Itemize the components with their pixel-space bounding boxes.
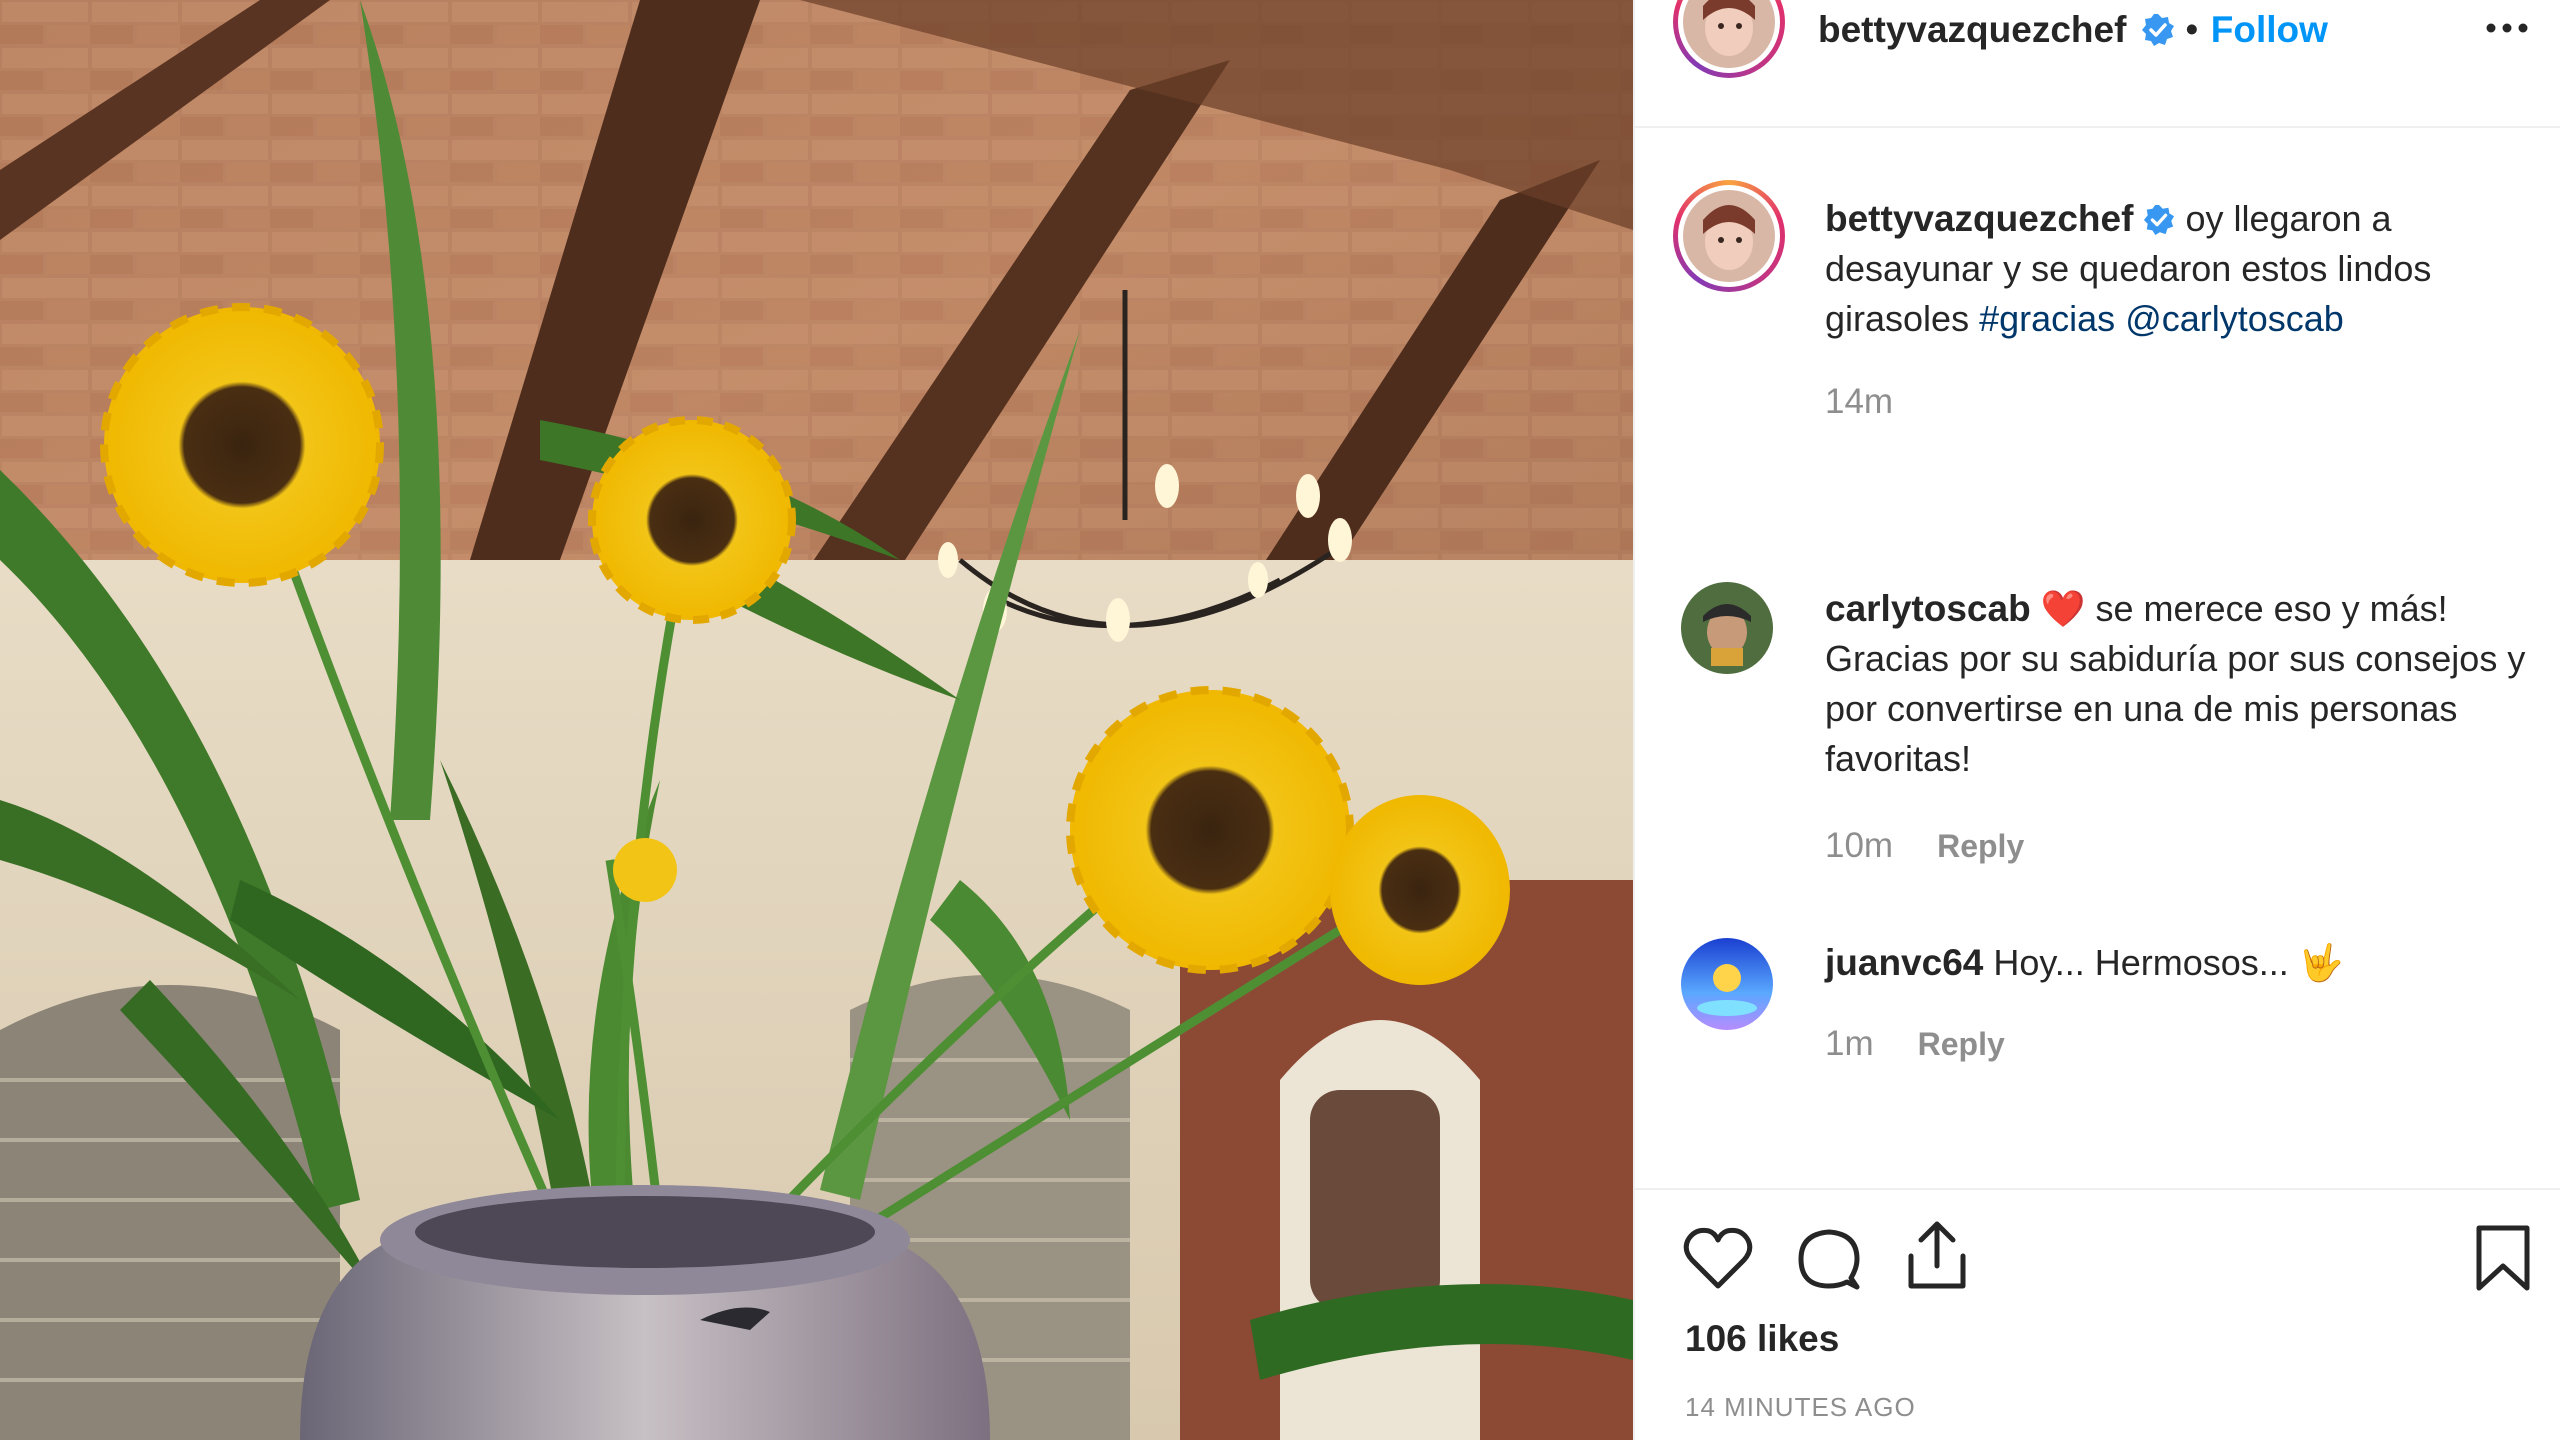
comment-icon[interactable] bbox=[1795, 1226, 1863, 1292]
share-icon[interactable] bbox=[1905, 1220, 1969, 1292]
caption-username[interactable]: bettyvazquezchef bbox=[1825, 198, 2133, 239]
likes-count[interactable]: 106 likes bbox=[1685, 1318, 1839, 1360]
author-avatar[interactable] bbox=[1673, 0, 1785, 78]
caption-author-avatar[interactable] bbox=[1673, 180, 1785, 292]
commenter-avatar[interactable] bbox=[1681, 938, 1773, 1030]
caption-time[interactable]: 14m bbox=[1825, 382, 1893, 421]
comment-text: juanvc64 Hoy... Hermosos... 🤟 bbox=[1825, 938, 2535, 988]
post-side-panel: bettyvazquezchef • Follow bettyvazquezch… bbox=[1633, 0, 2560, 1440]
commenter-avatar[interactable] bbox=[1681, 582, 1773, 674]
comment-username[interactable]: juanvc64 bbox=[1825, 942, 1983, 983]
verified-icon bbox=[2141, 14, 2174, 46]
hand-emoji: 🤟 bbox=[2298, 942, 2344, 983]
post-actions: 106 likes 14 MINUTES AGO bbox=[1635, 1188, 2560, 1440]
heart-icon[interactable] bbox=[1683, 1226, 1753, 1290]
post-timestamp[interactable]: 14 MINUTES AGO bbox=[1685, 1392, 1916, 1423]
bookmark-icon[interactable] bbox=[2475, 1224, 2531, 1292]
reply-button[interactable]: Reply bbox=[1937, 828, 2024, 864]
comments-list: bettyvazquezchef oy llegaron a desayunar… bbox=[1635, 128, 2560, 1188]
comment-body: Hoy... Hermosos... bbox=[1993, 942, 2289, 983]
follow-button[interactable]: Follow bbox=[2211, 9, 2328, 50]
post-photo[interactable] bbox=[0, 0, 1633, 1440]
caption-meta: 14m bbox=[1825, 382, 1893, 422]
comment-text: carlytoscab ❤️ se merece eso y más! Grac… bbox=[1825, 584, 2535, 784]
heart-emoji: ❤️ bbox=[2040, 588, 2086, 629]
more-icon[interactable] bbox=[2484, 16, 2530, 40]
sunflowers-photo bbox=[0, 0, 1633, 1440]
comment-time[interactable]: 1m bbox=[1825, 1024, 1874, 1063]
verified-icon bbox=[2144, 204, 2175, 236]
comment-username[interactable]: carlytoscab bbox=[1825, 588, 2031, 629]
hashtag-link[interactable]: #gracias bbox=[1979, 298, 2115, 339]
comment-meta: 10m Reply bbox=[1825, 826, 2024, 866]
comment-time[interactable]: 10m bbox=[1825, 826, 1893, 865]
caption-text: bettyvazquezchef oy llegaron a desayunar… bbox=[1825, 194, 2535, 344]
comment-meta: 1m Reply bbox=[1825, 1024, 2005, 1064]
post-header: bettyvazquezchef • Follow bbox=[1635, 0, 2560, 128]
mention-link[interactable]: @carlytoscab bbox=[2125, 298, 2344, 339]
separator-dot: • bbox=[2185, 9, 2199, 50]
author-username[interactable]: bettyvazquezchef bbox=[1818, 9, 2126, 50]
reply-button[interactable]: Reply bbox=[1918, 1026, 2005, 1062]
